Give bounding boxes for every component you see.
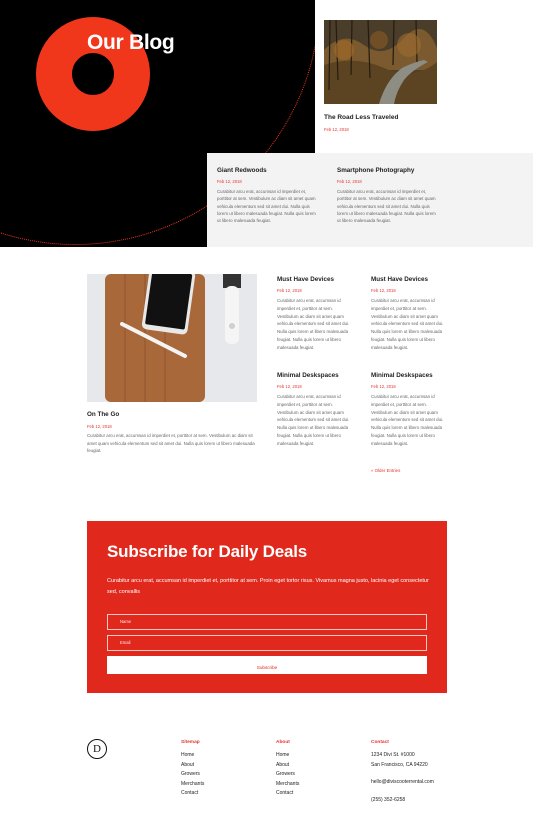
post-excerpt: Curabitur arcu erat, accumsan id imperdi…: [371, 394, 444, 446]
list-item: Giant Redwoods Feb 12, 2018 Curabitur ar…: [217, 167, 317, 224]
post-title[interactable]: Minimal Deskspaces: [277, 372, 355, 379]
post-excerpt: Curabitur arcu erat, accumsan id imperdi…: [217, 189, 316, 224]
post-date: Feb 12, 2018: [217, 179, 242, 184]
post-date: Feb 12, 2018: [337, 179, 362, 184]
post-date: Feb 12, 2018: [87, 424, 112, 429]
post-date: Feb 12, 2018: [277, 384, 302, 389]
footer-link-merchants[interactable]: Merchants: [276, 780, 299, 790]
contact-email-link[interactable]: hello@diviscooterrental.com: [371, 778, 434, 788]
featured-post-title[interactable]: The Road Less Traveled: [324, 114, 398, 121]
list-item: Smartphone Photography Feb 12, 2018 Cura…: [337, 167, 437, 224]
contact-phone-link[interactable]: (255) 352-6258: [371, 796, 434, 806]
footer-heading: Contact: [371, 740, 389, 745]
list-item: Minimal Deskspaces Feb 12, 2018 Curabitu…: [371, 372, 449, 448]
subscribe-text: Curabitur arcu erat, accumsan id imperdi…: [107, 578, 429, 595]
post-date: Feb 12, 2018: [277, 288, 302, 293]
post-excerpt: Curabitur arcu erat, accumsan id imperdi…: [277, 298, 350, 350]
tablet-phone-photo: [87, 274, 257, 402]
post-title[interactable]: Smartphone Photography: [337, 167, 437, 174]
name-field[interactable]: Name: [107, 614, 427, 630]
post-image-on-the-go[interactable]: [87, 274, 257, 402]
footer-link-growers[interactable]: Growers: [276, 770, 299, 780]
footer-link-contact[interactable]: Contact: [276, 789, 299, 799]
footer-heading: About: [276, 740, 290, 745]
footer-heading: Sitemap: [181, 740, 200, 745]
footer-contact-column: Contact 1234 Divi St. #1000 San Francisc…: [371, 740, 434, 805]
post-title[interactable]: Must Have Devices: [371, 276, 449, 283]
contact-address-line1: 1234 Divi St. #1000: [371, 752, 415, 758]
footer-link-about[interactable]: About: [181, 761, 204, 771]
footer-link-home[interactable]: Home: [181, 751, 204, 761]
contact-address-line2: San Francisco, CA 94220: [371, 761, 428, 768]
post-excerpt: Curabitur arcu erat, accumsan id imperdi…: [277, 394, 350, 446]
subscribe-button[interactable]: Subscribe: [107, 656, 427, 674]
featured-post-date: Feb 12, 2018: [324, 127, 349, 132]
forest-road-photo: [324, 20, 437, 104]
post-excerpt: Curabitur arcu erat, accumsan id imperdi…: [337, 189, 436, 224]
subscribe-section: Subscribe for Daily Deals Curabitur arcu…: [87, 521, 447, 693]
email-field[interactable]: Email: [107, 635, 427, 651]
email-placeholder: Email: [120, 640, 131, 645]
subscribe-title: Subscribe for Daily Deals: [107, 542, 308, 561]
post-date: Feb 12, 2018: [371, 384, 396, 389]
list-item: Must Have Devices Feb 12, 2018 Curabitur…: [371, 276, 449, 352]
older-entries-link[interactable]: « Older Entries: [371, 468, 400, 473]
post-title[interactable]: Giant Redwoods: [217, 167, 317, 174]
footer-link-about[interactable]: About: [276, 761, 299, 771]
post-excerpt: Curabitur arcu erat, accumsan id imperdi…: [87, 433, 255, 454]
list-item: Minimal Deskspaces Feb 12, 2018 Curabitu…: [277, 372, 355, 448]
name-placeholder: Name: [120, 619, 132, 624]
footer-about-column: About Home About Growers Merchants Conta…: [276, 740, 299, 799]
footer-link-contact[interactable]: Contact: [181, 789, 204, 799]
footer-link-home[interactable]: Home: [276, 751, 299, 761]
post-date: Feb 12, 2018: [371, 288, 396, 293]
page-title: Our Blog: [87, 31, 175, 54]
post-title[interactable]: On The Go: [87, 411, 119, 418]
footer-link-growers[interactable]: Growers: [181, 770, 204, 780]
post-title[interactable]: Minimal Deskspaces: [371, 372, 449, 379]
featured-post-image[interactable]: [324, 20, 437, 104]
footer-sitemap-column: Sitemap Home About Growers Merchants Con…: [181, 740, 204, 799]
logo[interactable]: D: [87, 739, 107, 759]
post-title[interactable]: Must Have Devices: [277, 276, 355, 283]
hero-posts-panel: Giant Redwoods Feb 12, 2018 Curabitur ar…: [207, 153, 533, 247]
list-item: Must Have Devices Feb 12, 2018 Curabitur…: [277, 276, 355, 352]
logo-letter: D: [93, 743, 101, 755]
footer-link-merchants[interactable]: Merchants: [181, 780, 204, 790]
post-excerpt: Curabitur arcu erat, accumsan id imperdi…: [371, 298, 444, 350]
subscribe-button-label: Subscribe: [256, 665, 278, 670]
